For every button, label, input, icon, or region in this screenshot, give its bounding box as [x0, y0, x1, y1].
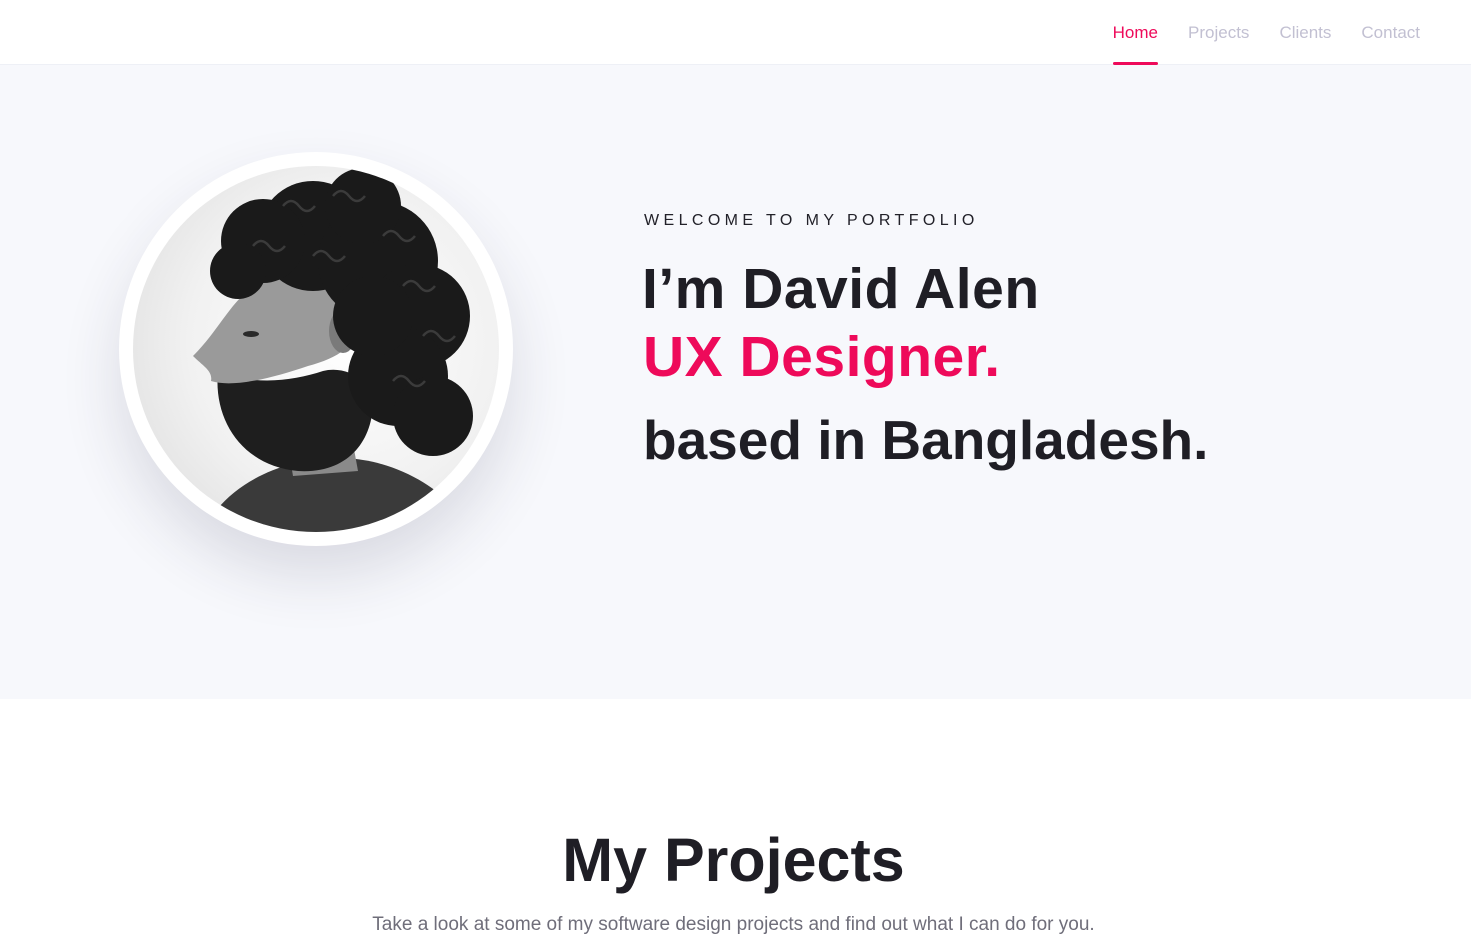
nav-item-contact[interactable]: Contact — [1361, 0, 1420, 65]
hero-intro: WELCOME TO MY PORTFOLIO I’m David Alen U… — [642, 212, 1208, 471]
hero-role-heading: UX Designer. — [643, 325, 1001, 389]
nav-item-home[interactable]: Home — [1112, 0, 1159, 65]
projects-section: My Projects Take a look at some of my so… — [0, 699, 1471, 940]
nav-menu: Home Projects Clients Contact — [1083, 0, 1420, 65]
projects-subtitle: Take a look at some of my software desig… — [372, 914, 1095, 935]
top-navbar: Home Projects Clients Contact — [0, 0, 1471, 65]
projects-title: My Projects — [562, 826, 905, 894]
nav-item-clients[interactable]: Clients — [1279, 0, 1331, 65]
hero-name-heading: I’m David Alen — [642, 257, 1040, 321]
profile-photo — [133, 166, 499, 532]
welcome-tagline: WELCOME TO MY PORTFOLIO — [644, 212, 979, 229]
hero-section: WELCOME TO MY PORTFOLIO I’m David Alen U… — [0, 65, 1471, 699]
nav-item-projects[interactable]: Projects — [1188, 0, 1249, 65]
profile-photo-frame — [119, 152, 513, 546]
hero-location-heading: based in Bangladesh. — [643, 409, 1209, 471]
